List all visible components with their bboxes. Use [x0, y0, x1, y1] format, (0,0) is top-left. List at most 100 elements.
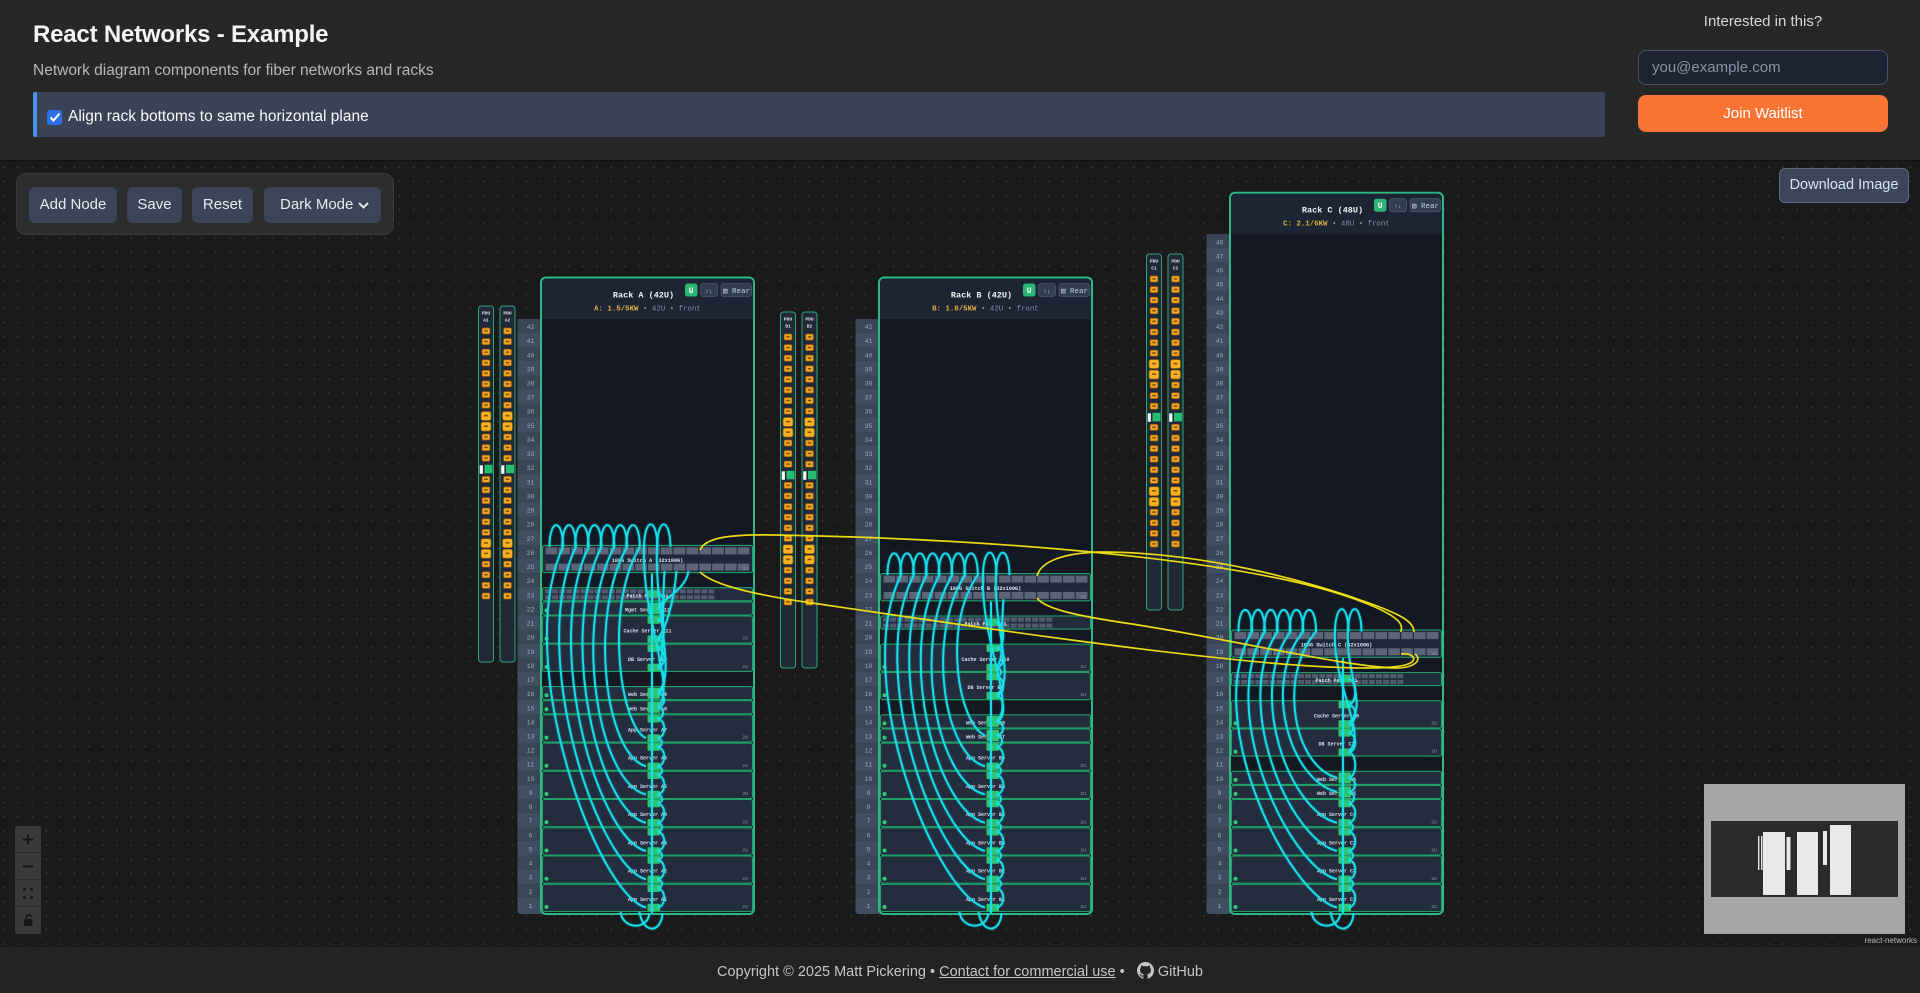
svg-text:B: 1.8/5KW: B: 1.8/5KW [932, 306, 977, 314]
svg-text:31: 31 [865, 479, 873, 486]
svg-text:24: 24 [1216, 578, 1224, 585]
svg-text:DB Server C7: DB Server C7 [1318, 742, 1354, 748]
svg-text:13: 13 [527, 734, 535, 741]
svg-text:3: 3 [1218, 875, 1222, 882]
svg-text:2U: 2U [1080, 594, 1086, 600]
svg-text:2U: 2U [742, 848, 748, 854]
svg-text:39: 39 [1216, 366, 1224, 373]
svg-text:16: 16 [527, 691, 535, 698]
svg-text:19: 19 [1216, 649, 1224, 656]
svg-text:2U: 2U [742, 566, 748, 572]
svg-text:2U: 2U [1431, 720, 1437, 726]
svg-text:29: 29 [1216, 508, 1224, 515]
svg-text:36: 36 [527, 409, 535, 416]
svg-text:2U: 2U [1080, 791, 1086, 797]
svg-text:• 42U • front: • 42U • front [977, 306, 1039, 314]
svg-text:9: 9 [867, 790, 871, 797]
svg-text:30: 30 [865, 494, 873, 501]
svg-text:2: 2 [867, 889, 871, 896]
svg-text:42: 42 [865, 324, 873, 331]
svg-text:20: 20 [865, 635, 873, 642]
svg-text:26: 26 [1216, 550, 1224, 557]
svg-text:2U: 2U [742, 763, 748, 769]
svg-text:2U: 2U [742, 735, 748, 741]
svg-text:4: 4 [867, 861, 871, 868]
svg-text:2U: 2U [742, 791, 748, 797]
svg-text:8: 8 [1218, 804, 1222, 811]
svg-text:B2: B2 [807, 324, 813, 330]
svg-text:9: 9 [529, 790, 533, 797]
svg-text:37: 37 [527, 395, 535, 402]
svg-text:2U: 2U [742, 904, 748, 910]
svg-text:44: 44 [1216, 296, 1224, 303]
svg-text:PDU: PDU [503, 311, 512, 317]
svg-text:37: 37 [1216, 395, 1224, 402]
svg-text:17: 17 [527, 677, 535, 684]
svg-text:38: 38 [865, 381, 873, 388]
svg-text:22: 22 [1216, 606, 1224, 613]
svg-text:PDU: PDU [805, 317, 814, 323]
svg-text:34: 34 [865, 437, 873, 444]
svg-text:U: U [689, 287, 694, 296]
svg-text:2U: 2U [1080, 763, 1086, 769]
svg-text:2U: 2U [1431, 904, 1437, 910]
svg-text:23: 23 [1216, 592, 1224, 599]
svg-text:18: 18 [527, 663, 535, 670]
svg-text:42: 42 [1216, 324, 1224, 331]
svg-text:2U: 2U [1431, 876, 1437, 882]
svg-text:40: 40 [1216, 352, 1224, 359]
svg-text:2U: 2U [1080, 664, 1086, 670]
svg-text:▤ Rear: ▤ Rear [723, 288, 750, 296]
svg-text:3: 3 [867, 875, 871, 882]
svg-text:2U: 2U [1431, 651, 1437, 657]
svg-text:33: 33 [527, 451, 535, 458]
svg-text:11: 11 [865, 762, 873, 769]
svg-text:10: 10 [527, 776, 535, 783]
svg-text:5: 5 [1218, 847, 1222, 854]
svg-text:25: 25 [865, 564, 873, 571]
svg-text:19: 19 [527, 649, 535, 656]
svg-text:12: 12 [865, 748, 873, 755]
svg-text:11: 11 [1216, 762, 1224, 769]
svg-text:U: U [1378, 202, 1383, 211]
svg-text:27: 27 [1216, 536, 1224, 543]
svg-text:18: 18 [1216, 663, 1224, 670]
svg-text:2U: 2U [742, 819, 748, 825]
svg-text:29: 29 [865, 508, 873, 515]
svg-text:▤ Rear: ▤ Rear [1412, 203, 1439, 211]
svg-text:2U: 2U [1080, 819, 1086, 825]
svg-text:12: 12 [527, 748, 535, 755]
svg-text:21: 21 [527, 621, 535, 628]
svg-text:15: 15 [527, 705, 535, 712]
svg-text:17: 17 [1216, 677, 1224, 684]
svg-text:4: 4 [529, 861, 533, 868]
svg-text:2U: 2U [1080, 692, 1086, 698]
svg-text:36: 36 [865, 409, 873, 416]
svg-text:13: 13 [865, 734, 873, 741]
svg-text:DB Server B9: DB Server B9 [967, 685, 1003, 691]
svg-text:28: 28 [865, 522, 873, 529]
svg-text:2: 2 [529, 889, 533, 896]
svg-text:9: 9 [1218, 790, 1222, 797]
svg-text:PDU: PDU [1150, 259, 1159, 265]
svg-text:30: 30 [527, 494, 535, 501]
svg-text:2U: 2U [1431, 848, 1437, 854]
svg-text:14: 14 [865, 719, 873, 726]
svg-text:7: 7 [867, 818, 871, 825]
svg-text:38: 38 [527, 381, 535, 388]
svg-text:2: 2 [1218, 889, 1222, 896]
svg-text:33: 33 [865, 451, 873, 458]
svg-text:24: 24 [865, 578, 873, 585]
svg-text:28: 28 [527, 522, 535, 529]
svg-text:A: 1.5/5KW: A: 1.5/5KW [594, 306, 639, 314]
svg-text:1: 1 [1218, 903, 1222, 910]
svg-text:2U: 2U [1080, 876, 1086, 882]
svg-text:41: 41 [865, 338, 873, 345]
svg-text:1: 1 [867, 903, 871, 910]
svg-text:Rack B (42U): Rack B (42U) [951, 291, 1012, 301]
svg-text:16: 16 [1216, 691, 1224, 698]
svg-text:37: 37 [865, 395, 873, 402]
svg-text:35: 35 [527, 423, 535, 430]
svg-text:2U: 2U [742, 636, 748, 642]
svg-text:41: 41 [527, 338, 535, 345]
